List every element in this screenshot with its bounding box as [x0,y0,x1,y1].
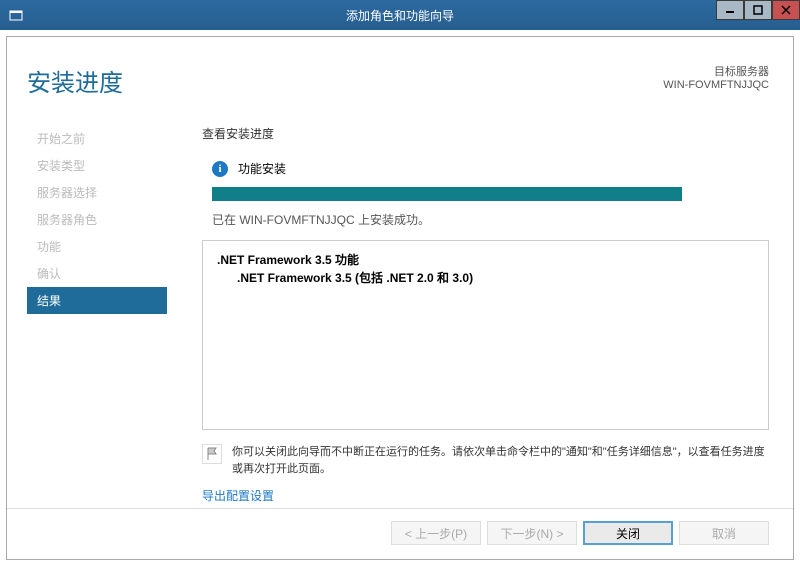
status-heading: 功能安装 [238,160,286,177]
sidebar-item-server-select: 服务器选择 [27,179,167,206]
cancel-button: 取消 [679,521,769,545]
sidebar-item-features: 功能 [27,233,167,260]
sidebar-item-type: 安装类型 [27,152,167,179]
maximize-button[interactable] [744,0,772,20]
progress-bar [212,187,682,201]
sidebar-item-before: 开始之前 [27,125,167,152]
feature-item: .NET Framework 3.5 (包括 .NET 2.0 和 3.0) [237,269,754,287]
progress-message: 已在 WIN-FOVMFTNJJQC 上安装成功。 [212,211,769,228]
info-icon: i [212,161,228,177]
server-info: 目标服务器 WIN-FOVMFTNJJQC [663,63,769,91]
window-controls [716,0,800,20]
sidebar-item-results[interactable]: 结果 [27,287,167,314]
feature-group: .NET Framework 3.5 功能 [217,251,754,269]
page-title: 安装进度 [27,63,123,98]
button-row: < 上一步(P) 下一步(N) > 关闭 取消 [391,521,769,545]
app-icon [8,7,24,23]
minimize-button[interactable] [716,0,744,20]
close-button[interactable]: 关闭 [583,521,673,545]
feature-box: .NET Framework 3.5 功能 .NET Framework 3.5… [202,240,769,430]
titlebar: 添加角色和功能向导 [0,0,800,30]
window-title: 添加角色和功能向导 [346,7,454,24]
close-window-button[interactable] [772,0,800,20]
sidebar: 开始之前 安装类型 服务器选择 服务器角色 功能 确认 结果 [27,125,167,314]
sidebar-item-server-roles: 服务器角色 [27,206,167,233]
view-label: 查看安装进度 [202,125,769,142]
server-name: WIN-FOVMFTNJJQC [663,79,769,91]
main-content: 查看安装进度 i 功能安装 已在 WIN-FOVMFTNJJQC 上安装成功。 … [202,125,769,504]
separator [7,508,793,509]
sidebar-item-confirm: 确认 [27,260,167,287]
note-text: 你可以关闭此向导而不中断正在运行的任务。请依次单击命令栏中的"通知"和"任务详细… [232,444,769,477]
prev-button: < 上一步(P) [391,521,481,545]
flag-icon [202,444,222,464]
next-button: 下一步(N) > [487,521,577,545]
export-link[interactable]: 导出配置设置 [202,487,769,504]
server-label: 目标服务器 [663,63,769,79]
